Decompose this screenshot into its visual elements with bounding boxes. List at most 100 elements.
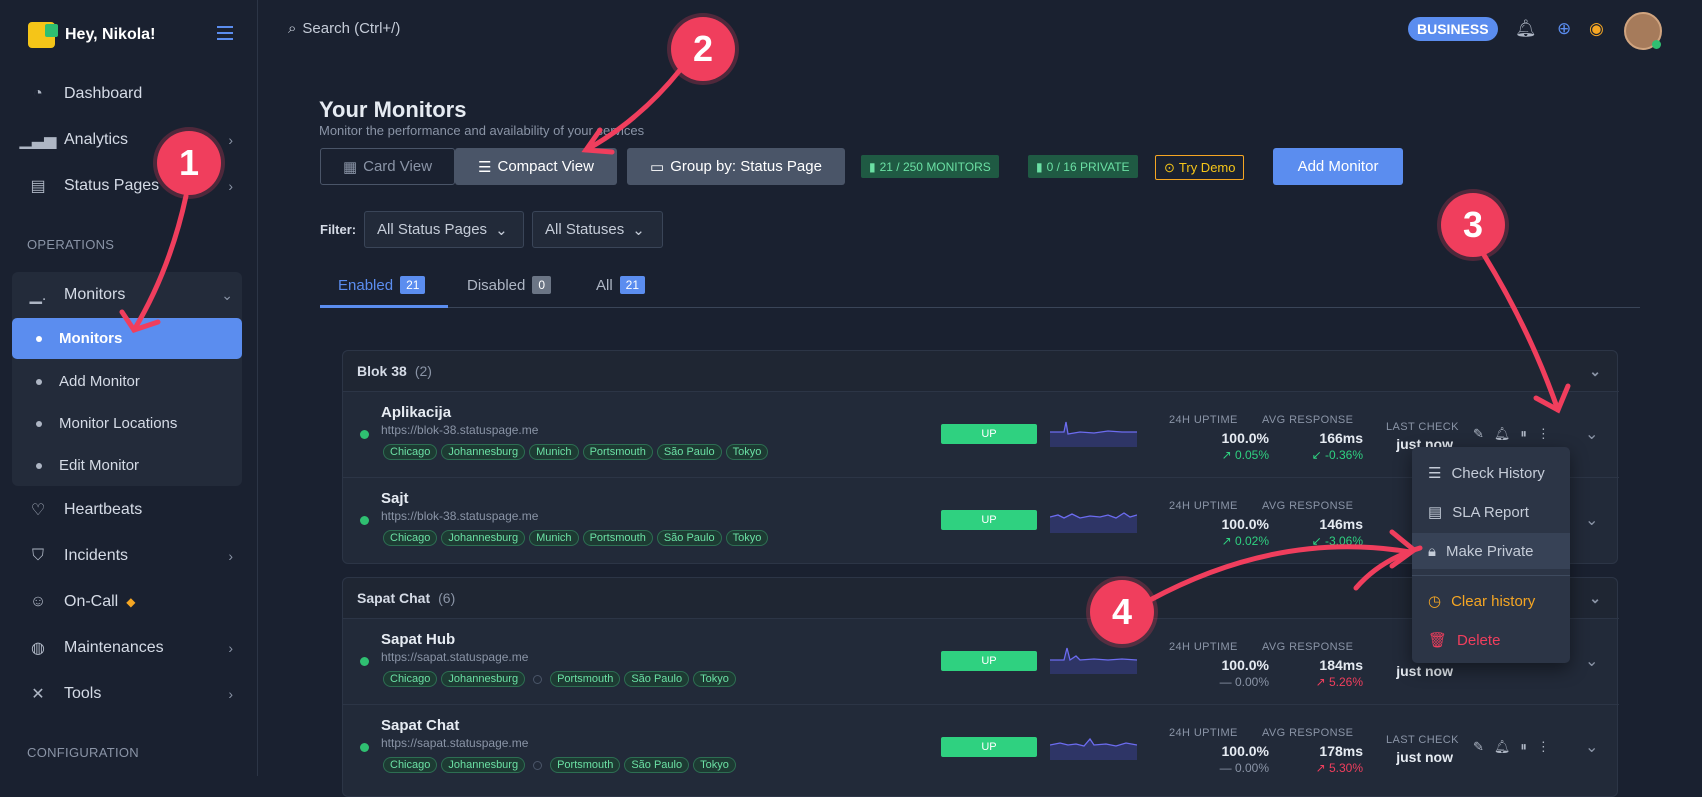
menu-toggle-icon[interactable] (217, 26, 233, 40)
chevron-down-icon[interactable]: ⌄ (1585, 651, 1598, 671)
monitor-name[interactable]: Aplikacija (381, 404, 451, 421)
folder-icon: ▭ (650, 158, 665, 176)
sidebar-subitem-monitor-locations[interactable]: Monitor Locations (12, 403, 242, 444)
sidebar-item-label: Maintenances (64, 639, 164, 656)
location-tags: Chicago Johannesburg Munich Portsmouth S… (383, 530, 769, 546)
chevron-down-icon[interactable]: ⌄ (1585, 510, 1598, 530)
statuses-select[interactable]: All Statuses ⌄ (532, 211, 663, 248)
location-tag: Johannesburg (441, 444, 526, 460)
chevron-down-icon[interactable]: ⌄ (1585, 737, 1598, 757)
uptime-value: 100.0% (1221, 743, 1269, 759)
monitor-url: https://sapat.statuspage.me (381, 736, 529, 750)
sidebar-subitem-edit-monitor[interactable]: Edit Monitor (12, 445, 242, 486)
play-icon: ⊙ (1164, 159, 1175, 175)
tab-disabled[interactable]: Disabled 0 (467, 276, 552, 294)
brand[interactable]: Hey, Nikola! (28, 22, 155, 48)
location-tags: Chicago Johannesburg Portsmouth São Paul… (383, 757, 736, 773)
greeting: Hey, Nikola! (65, 26, 156, 43)
bell-icon[interactable]: 🔔︎ (1494, 739, 1511, 755)
monitors-count-label: 21 / 250 MONITORS (879, 159, 991, 174)
location-tag: Johannesburg (441, 530, 526, 546)
edit-icon[interactable]: ✎ (1473, 739, 1484, 755)
trash-icon: 🗑︎ (1428, 632, 1448, 649)
chevron-down-icon[interactable]: ⌄ (1585, 424, 1598, 444)
status-pages-value: All Status Pages (377, 221, 488, 238)
response-delta: ↗ 5.30% (1315, 761, 1363, 775)
chevron-right-icon: › (228, 686, 233, 702)
clear-history-item[interactable]: ◷ Clear history (1412, 583, 1570, 619)
status-pages-select[interactable]: All Status Pages ⌄ (364, 211, 524, 248)
sidebar-item-dashboard[interactable]: ◔ Dashboard (28, 84, 233, 104)
sidebar-item-label: Incidents (64, 547, 129, 564)
try-demo-button[interactable]: ⊙ Try Demo (1155, 155, 1245, 180)
sidebar-subitem-add-monitor[interactable]: Add Monitor (12, 361, 242, 402)
status-dot (360, 743, 369, 752)
response-label: AVG RESPONSE (1262, 414, 1354, 426)
group-header[interactable]: Blok 38 (2) ⌄ (343, 351, 1617, 391)
last-check-value: just now (1396, 663, 1453, 679)
sla-report-item[interactable]: ▤ SLA Report (1412, 494, 1570, 530)
card-view-button[interactable]: ▦ Card View (320, 148, 455, 185)
bell-icon[interactable]: 🔔︎ (1494, 426, 1511, 442)
tab-all[interactable]: All 21 (596, 276, 646, 294)
delete-item[interactable]: 🗑︎ Delete (1412, 622, 1570, 658)
last-check-label: LAST CHECK (1386, 734, 1459, 746)
globe-icon[interactable]: ⊕ (1557, 19, 1571, 39)
arrow-2 (583, 67, 683, 153)
location-tag: Chicago (383, 757, 438, 773)
group-by-label: Group by: Status Page (670, 158, 822, 175)
callout-4: 4 (1090, 580, 1154, 644)
tab-enabled[interactable]: Enabled 21 (338, 276, 426, 294)
sidebar-item-maintenances[interactable]: ◍ Maintenances › (28, 638, 233, 658)
sidebar-item-incidents[interactable]: ⛉ Incidents › (28, 546, 233, 566)
menu-label: Check History (1451, 464, 1545, 482)
monitor-row[interactable]: Sapat Chat https://sapat.statuspage.me C… (343, 704, 1619, 790)
monitor-name[interactable]: Sapat Hub (381, 631, 455, 648)
pause-icon[interactable]: ⏸︎ (1520, 739, 1527, 755)
list-icon: ☰ (478, 158, 492, 176)
compact-view-button[interactable]: ☰ Compact View (455, 148, 617, 185)
location-tag: Chicago (383, 671, 438, 687)
sidebar-item-tools[interactable]: ✕ Tools › (28, 684, 233, 704)
location-tag: Tokyo (693, 757, 736, 773)
monitor-name[interactable]: Sapat Chat (381, 717, 459, 734)
monitors-icon: ▁. (29, 287, 47, 304)
monitor-name[interactable]: Sajt (381, 490, 409, 507)
check-history-item[interactable]: ☰ Check History (1412, 455, 1570, 491)
group-name: Blok 38 (357, 363, 407, 379)
chevron-down-icon: ⌄ (1589, 362, 1601, 379)
status-badge: UP (941, 651, 1037, 671)
add-monitor-button[interactable]: Add Monitor (1273, 148, 1403, 185)
section-configuration: CONFIGURATION (27, 745, 139, 760)
tab-count: 21 (400, 276, 426, 294)
sidebar-item-on-call[interactable]: ☺ On-Call ◆ (28, 592, 233, 612)
more-vertical-icon[interactable]: ⋮ (1537, 739, 1550, 755)
uptime-value: 100.0% (1221, 430, 1269, 446)
group-by-button[interactable]: ▭ Group by: Status Page (627, 148, 845, 185)
make-private-item[interactable]: 🔒︎ Make Private (1412, 533, 1570, 569)
pause-icon[interactable]: ⏸︎ (1520, 426, 1527, 442)
sidebar-subitem-monitors[interactable]: Monitors (12, 318, 242, 359)
uptime-delta: ↗ 0.02% (1221, 534, 1269, 548)
more-vertical-icon[interactable]: ⋮ (1537, 426, 1550, 442)
search-placeholder: Search (Ctrl+/) (302, 20, 401, 37)
plan-badge[interactable]: BUSINESS (1408, 17, 1498, 41)
page-title: Your Monitors (319, 97, 467, 122)
maintenance-icon: ◍ (31, 640, 45, 657)
response-value: 178ms (1319, 743, 1363, 759)
search-input[interactable]: ⌕ Search (Ctrl+/) (288, 20, 400, 37)
chevron-down-icon: ⌄ (221, 286, 233, 303)
avatar[interactable] (1624, 12, 1662, 50)
card-view-label: Card View (363, 158, 433, 175)
chevron-right-icon: › (228, 132, 233, 148)
sidebar-item-monitors-group[interactable]: ▁. Monitors ⌄ (28, 285, 233, 305)
section-operations: OPERATIONS (27, 237, 115, 252)
palette-icon[interactable]: ◉ (1589, 19, 1604, 39)
chevron-down-icon: ⌄ (495, 221, 508, 239)
bell-icon[interactable]: 🔔︎ (1515, 19, 1537, 39)
edit-icon[interactable]: ✎ (1473, 426, 1484, 442)
gauge-icon: ◔ (33, 85, 43, 102)
active-tab-indicator (320, 305, 448, 308)
monitor-url: https://blok-38.statuspage.me (381, 509, 539, 523)
sidebar-item-heartbeats[interactable]: ♡ Heartbeats (28, 500, 233, 520)
